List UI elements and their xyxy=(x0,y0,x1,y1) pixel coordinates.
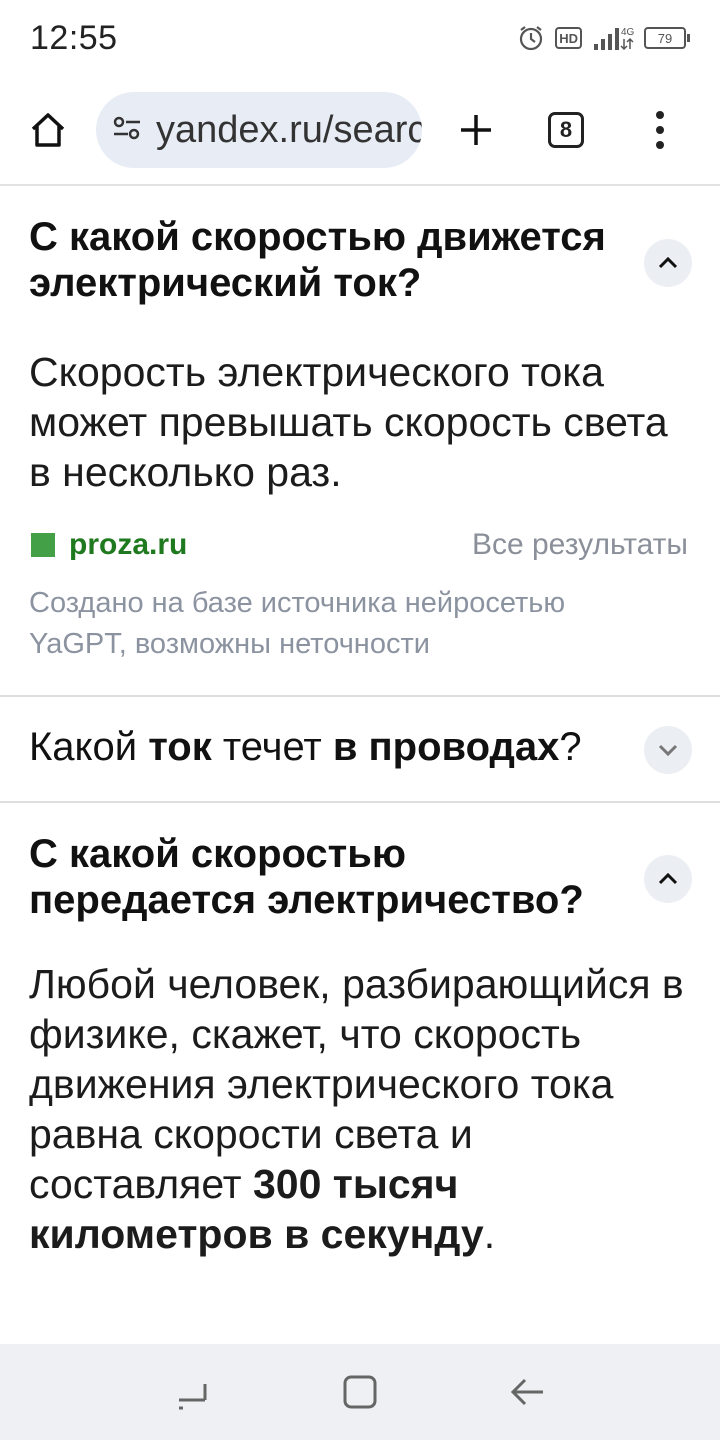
faq-question[interactable]: С какой скоростью движется электрический… xyxy=(29,214,639,306)
back-button[interactable] xyxy=(497,1362,557,1422)
url-text: yandex.ru/search xyxy=(156,108,422,151)
browser-toolbar: yandex.ru/search 8 xyxy=(0,76,720,184)
more-icon[interactable] xyxy=(650,104,670,156)
home-icon xyxy=(31,113,65,147)
signal-icon: 4G xyxy=(592,24,634,52)
recents-button[interactable] xyxy=(163,1362,223,1422)
system-nav-bar xyxy=(0,1344,720,1440)
chevron-down-icon xyxy=(658,744,678,757)
faq-question[interactable]: С какой скоростью передается электричест… xyxy=(29,831,639,923)
battery-icon: 79 xyxy=(644,27,690,49)
question-text: Какой xyxy=(29,725,149,769)
question-bold-text: в проводах xyxy=(332,725,560,769)
status-bar: 12:55 HD 4G 79 xyxy=(0,0,720,76)
expand-button[interactable] xyxy=(644,726,692,774)
faq-list: С какой скоростью движется электрический… xyxy=(0,186,720,1333)
faq-item: С какой скоростью движется электрический… xyxy=(0,186,720,695)
alarm-icon xyxy=(517,24,545,52)
home-nav-button[interactable] xyxy=(330,1362,390,1422)
tabs-button[interactable]: 8 xyxy=(548,112,584,148)
status-time: 12:55 xyxy=(30,18,118,57)
source-favicon-icon xyxy=(31,533,55,557)
source-name: proza.ru xyxy=(69,528,188,561)
source-row: proza.ru Все результаты xyxy=(31,528,688,562)
collapse-button[interactable] xyxy=(644,239,692,287)
chevron-up-icon xyxy=(658,872,678,885)
faq-answer: Скорость электрического тока может превы… xyxy=(29,349,668,495)
recents-icon xyxy=(179,1384,207,1410)
collapse-button[interactable] xyxy=(644,855,692,903)
faq-answer: Любой человек, разбирающийся в физике, с… xyxy=(29,959,689,1259)
address-bar[interactable]: yandex.ru/search xyxy=(96,92,422,168)
site-settings-icon[interactable] xyxy=(112,115,142,146)
chevron-up-icon xyxy=(658,256,678,269)
home-square-icon xyxy=(343,1375,377,1409)
ai-disclaimer: Создано на базе источника нейросетью YaG… xyxy=(29,587,566,660)
source-link[interactable]: proza.ru xyxy=(31,528,187,562)
faq-item-collapsed[interactable]: Какой ток течет в проводах? xyxy=(0,695,720,803)
svg-text:4G: 4G xyxy=(621,27,634,38)
tab-count: 8 xyxy=(559,117,573,142)
faq-item: С какой скоростью передается электричест… xyxy=(0,803,720,1333)
status-icons: HD 4G 79 xyxy=(517,24,690,52)
question-text: ? xyxy=(559,725,582,769)
answer-text: . xyxy=(483,1211,496,1257)
question-text: течет xyxy=(211,725,333,769)
hd-icon: HD xyxy=(555,27,582,49)
plus-icon xyxy=(461,115,491,145)
new-tab-button[interactable] xyxy=(450,104,502,156)
faq-question[interactable]: Какой ток течет в проводах? xyxy=(29,725,582,770)
question-bold-text: ток xyxy=(148,725,212,769)
home-button[interactable] xyxy=(22,104,74,156)
all-results-link[interactable]: Все результаты xyxy=(472,528,688,562)
back-arrow-icon xyxy=(510,1378,543,1406)
